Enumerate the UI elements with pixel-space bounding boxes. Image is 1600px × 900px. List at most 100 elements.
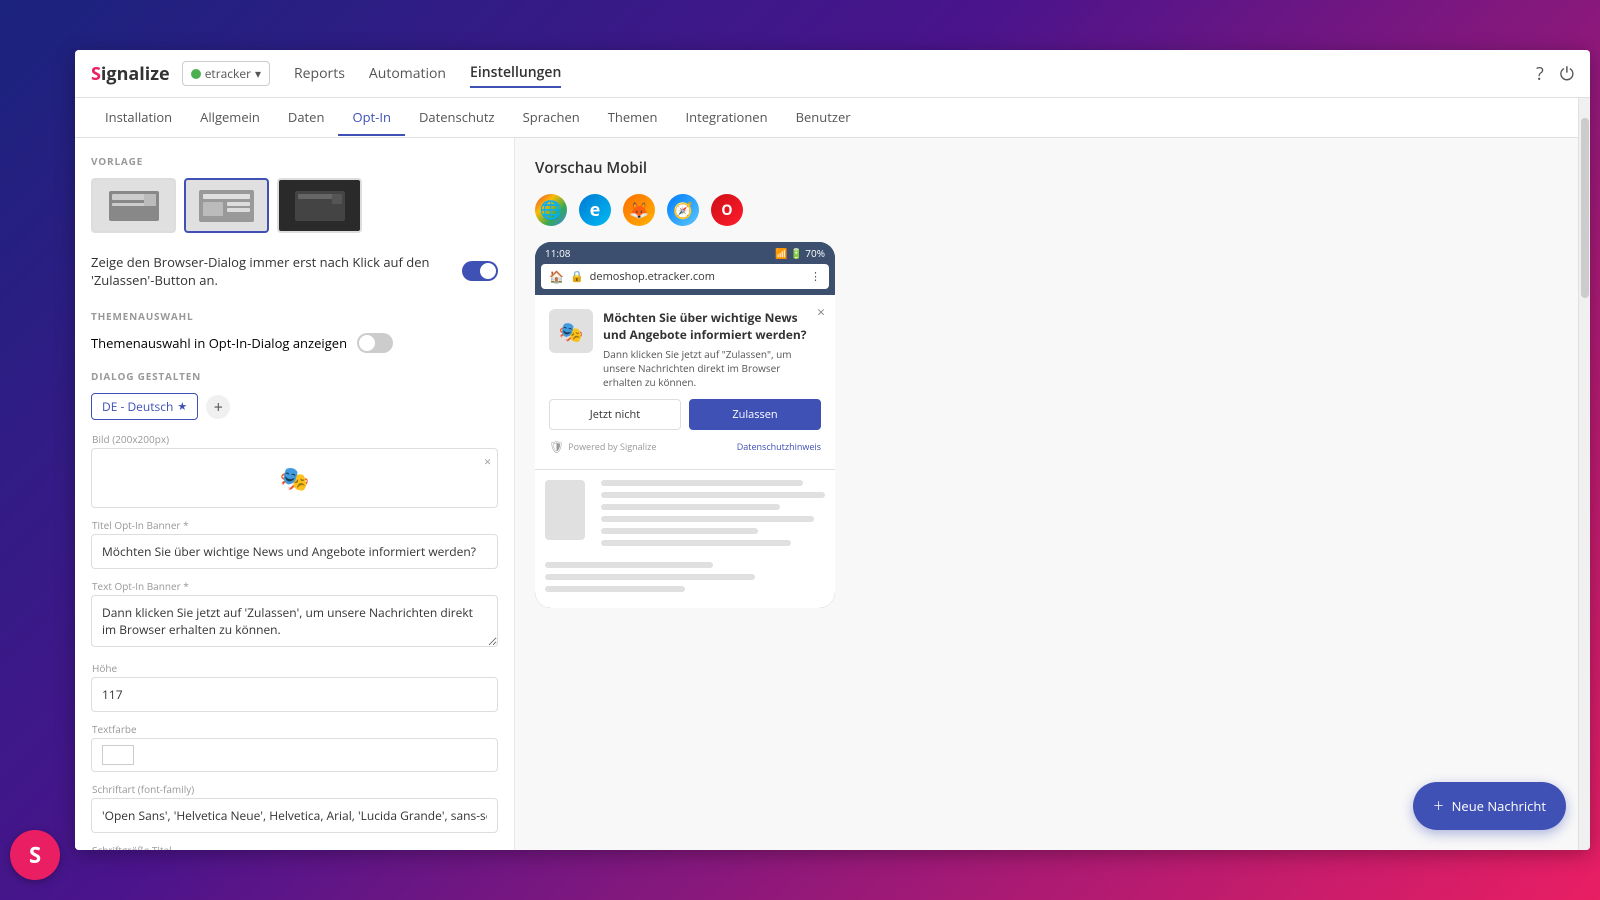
textfarbe-field-group: Textfarbe [91,722,498,772]
skeleton-content [535,470,835,608]
lock-icon: 🔒 [570,269,584,284]
opera-icon[interactable]: O [711,194,743,226]
mobile-url-bar: 🏠 🔒 demoshop.etracker.com ⋮ [541,264,829,289]
powered-by: 🛡 Powered by Signalize [549,438,656,455]
skeleton-line-5 [601,528,758,534]
power-icon[interactable]: ⏻ [1560,62,1574,86]
vorlage-label: Vorlage [91,154,498,168]
skeleton-block-1 [545,480,585,540]
main-content: Vorlage [75,138,1590,850]
bottom-logo-circle: S [10,830,60,880]
notif-footer: 🛡 Powered by Signalize Datenschutzhinwei… [549,438,821,455]
themenauswahl-section: THEMENAUSWAHL Themenauswahl in Opt-In-Di… [91,309,498,353]
lang-tab-de[interactable]: DE - Deutsch ★ [91,393,198,420]
edge-icon[interactable]: e [579,194,611,226]
app-container: Signalize etracker ▾ Reports Automation … [75,50,1590,850]
main-nav: Reports Automation Einstellungen [294,59,1536,88]
sub-nav-daten[interactable]: Daten [274,100,339,136]
color-swatch[interactable] [102,745,134,765]
sub-nav-benutzer[interactable]: Benutzer [782,100,865,136]
notif-icon: 🎭 [549,309,593,353]
skeleton-line-7 [545,562,713,568]
chrome-icon[interactable]: 🌐 [535,194,567,226]
skeleton-line-3 [601,504,780,510]
sub-nav-allgemein[interactable]: Allgemein [186,100,274,136]
nav-item-automation[interactable]: Automation [369,60,446,87]
etracker-badge[interactable]: etracker ▾ [182,61,270,86]
notif-dialog: × 🎭 Möchten Sie über wichtige News und A… [535,295,835,470]
notif-buttons: Jetzt nicht Zulassen [549,399,821,430]
sub-nav-themen[interactable]: Themen [594,100,672,136]
vorlage-section: Vorlage [91,154,498,233]
template-thumb-3[interactable] [277,178,362,233]
textfarbe-label: Textfarbe [91,722,498,736]
top-nav: Signalize etracker ▾ Reports Automation … [75,50,1590,98]
hoehe-field-group: Höhe [91,661,498,712]
dialog-gestalten-label: DIALOG GESTALTEN [91,369,498,383]
sub-nav: Installation Allgemein Daten Opt-In Date… [75,98,1590,138]
hoehe-input[interactable] [91,677,498,712]
themenauswahl-section-label: THEMENAUSWAHL [91,309,498,323]
lang-add-button[interactable]: + [206,395,230,419]
notif-accept-button[interactable]: Zulassen [689,399,821,430]
titel-label: Titel Opt-In Banner * [91,518,498,532]
skeleton-line-2 [601,492,825,498]
bild-upload[interactable]: × 🎭 [91,448,498,508]
template-thumb-1[interactable] [91,178,176,233]
firefox-icon[interactable]: 🦊 [623,194,655,226]
schriftart-input[interactable] [91,798,498,833]
image-placeholder-icon: 🎭 [280,462,310,495]
sub-nav-optin[interactable]: Opt-In [338,100,405,136]
template-row [91,178,498,233]
skeleton-line-9 [545,586,685,592]
nav-item-reports[interactable]: Reports [294,60,345,87]
hoehe-label: Höhe [91,661,498,675]
browser-dialog-toggle[interactable] [462,261,498,281]
dialog-gestalten-section: DIALOG GESTALTEN DE - Deutsch ★ + Bild (… [91,369,498,850]
app-logo: Signalize [91,62,170,86]
text-field-group: Text Opt-In Banner * Dann klicken Sie je… [91,579,498,651]
nav-right: ? ⏻ [1536,62,1574,86]
skeleton-line-6 [601,540,791,546]
close-icon[interactable]: × [484,453,491,470]
chevron-down-icon: ▾ [255,65,261,82]
fab-button[interactable]: + Neue Nachricht [1413,782,1566,830]
privacy-link[interactable]: Datenschutzhinweis [737,440,821,453]
browser-dialog-toggle-row: Zeige den Browser-Dialog immer erst nach… [91,253,498,289]
titel-input[interactable] [91,534,498,569]
nav-item-einstellungen[interactable]: Einstellungen [470,59,561,88]
sub-nav-installation[interactable]: Installation [91,100,186,136]
themenauswahl-label: Themenauswahl in Opt-In-Dialog anzeigen [91,334,347,352]
fab-plus-icon: + [1433,794,1443,818]
text-input[interactable]: Dann klicken Sie jetzt auf 'Zulassen', u… [91,595,498,647]
safari-icon[interactable]: 🧭 [667,194,699,226]
right-panel: Vorschau Mobil 🌐 e 🦊 🧭 O [515,138,1590,850]
mobile-status-bar: 11:08 📶 🔋 70% [535,242,835,264]
lang-tabs: DE - Deutsch ★ + [91,393,498,420]
browser-icons: 🌐 e 🦊 🧭 O [535,194,1570,226]
notif-header: 🎭 Möchten Sie über wichtige News und Ang… [549,309,821,389]
right-scrollbar[interactable] [1578,98,1590,850]
themenauswahl-row: Themenauswahl in Opt-In-Dialog anzeigen [91,333,498,353]
mobile-frame: 11:08 📶 🔋 70% 🏠 🔒 demoshop.etracker.com … [535,242,835,608]
star-icon: ★ [177,399,187,414]
skeleton-line-4 [601,516,814,522]
menu-icon: ⋮ [810,269,821,284]
sub-nav-sprachen[interactable]: Sprachen [509,100,594,136]
template-thumb-2[interactable] [184,178,269,233]
sub-nav-datenschutz[interactable]: Datenschutz [405,100,509,136]
mobile-content: × 🎭 Möchten Sie über wichtige News und A… [535,295,835,608]
themenauswahl-toggle[interactable] [357,333,393,353]
notif-body: Dann klicken Sie jetzt auf "Zulassen", u… [603,347,821,389]
titel-field-group: Titel Opt-In Banner * [91,518,498,569]
browser-dialog-toggle-label: Zeige den Browser-Dialog immer erst nach… [91,253,452,289]
preview-title: Vorschau Mobil [535,158,1570,178]
help-icon[interactable]: ? [1536,62,1544,86]
notif-close-button[interactable]: × [817,303,825,322]
sub-nav-integrationen[interactable]: Integrationen [671,100,781,136]
bild-label: Bild (200x200px) [91,432,498,446]
skeleton-line-8 [545,574,755,580]
schriftgroesse-titel-field-group: Schriftgröße Titel [91,843,498,850]
notif-title: Möchten Sie über wichtige News und Angeb… [603,309,821,343]
notif-decline-button[interactable]: Jetzt nicht [549,399,681,430]
